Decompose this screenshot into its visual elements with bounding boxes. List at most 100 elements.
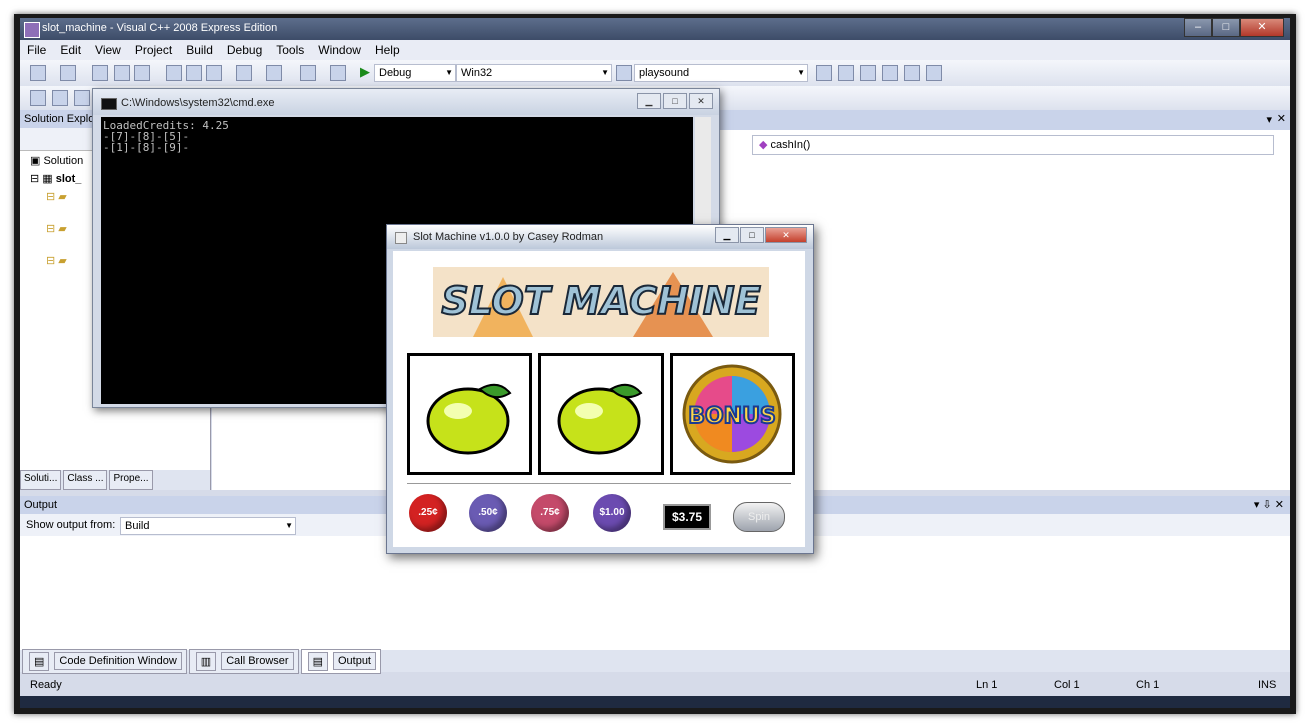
menu-view[interactable]: View [88, 43, 128, 57]
tab-properties[interactable]: Prope... [109, 470, 153, 490]
add-item-icon[interactable] [60, 65, 76, 81]
open-file-icon[interactable] [92, 65, 108, 81]
console-line: LoadedCredits: 4.25 [103, 119, 229, 132]
menu-tools[interactable]: Tools [269, 43, 311, 57]
menu-debug[interactable]: Debug [220, 43, 269, 57]
folder-resources[interactable]: ⊟ ▰ [46, 222, 67, 235]
show-output-label: Show output from: [26, 519, 116, 531]
navigate-forward-icon[interactable] [330, 65, 346, 81]
platform-combo[interactable]: Win32 ▼ [456, 64, 612, 82]
properties-icon[interactable] [838, 65, 854, 81]
maximize-button[interactable]: □ [1212, 18, 1240, 37]
menu-project[interactable]: Project [128, 43, 179, 57]
reels: BONUS [407, 353, 795, 475]
tab-solution[interactable]: Soluti... [20, 470, 62, 490]
lemon-icon [557, 383, 643, 455]
chevron-down-icon: ▼ [601, 68, 609, 77]
menu-help[interactable]: Help [368, 43, 407, 57]
close-button[interactable]: ✕ [765, 227, 807, 243]
new-project-icon[interactable] [30, 65, 46, 81]
folder-headers[interactable]: ⊟ ▰ [46, 190, 67, 203]
uncomment-icon[interactable] [52, 90, 68, 106]
member-combo[interactable]: ◆ cashIn() [752, 135, 1274, 155]
slot-machine-body: SLOT MACHINE BONUS .25¢ .50¢ .75¢ $1.00 … [393, 251, 805, 547]
redo-icon[interactable] [266, 65, 282, 81]
status-line: Ln 1 [976, 679, 998, 691]
maximize-button[interactable]: □ [663, 93, 687, 109]
logo-text: SLOT MACHINE [441, 279, 760, 323]
status-text: Ready [30, 679, 62, 691]
save-all-icon[interactable] [134, 65, 150, 81]
menu-build[interactable]: Build [179, 43, 220, 57]
comment-icon[interactable] [30, 90, 46, 106]
tab-output[interactable]: ▤ Output [300, 648, 381, 674]
tree-item-project[interactable]: ⊟ ▦ slot_ [30, 172, 81, 185]
credit-display: $3.75 [663, 504, 711, 530]
spin-button[interactable]: Spin [733, 502, 785, 532]
undo-icon[interactable] [236, 65, 252, 81]
find-combo[interactable]: playsound ▼ [634, 64, 808, 82]
tree-item-solution[interactable]: ▣ Solution [30, 154, 83, 167]
menu-window[interactable]: Window [311, 43, 368, 57]
copy-icon[interactable] [186, 65, 202, 81]
tab-call-browser[interactable]: ▥ Call Browser [188, 648, 299, 674]
chevron-down-icon: ▼ [797, 68, 805, 77]
solution-explorer-icon[interactable] [816, 65, 832, 81]
configuration-combo[interactable]: Debug ▼ [374, 64, 456, 82]
output-source-combo[interactable]: Build ▼ [120, 517, 296, 535]
close-icon[interactable]: ▾ ⇩ ✕ [1254, 496, 1284, 514]
close-button[interactable]: ✕ [1240, 18, 1284, 37]
slot-titlebar: Slot Machine v1.0.0 by Casey Rodman ▁ □ … [387, 225, 813, 249]
reel-2 [538, 353, 664, 475]
menu-edit[interactable]: Edit [53, 43, 88, 57]
object-browser-icon[interactable] [860, 65, 876, 81]
slot-machine-logo: SLOT MACHINE [433, 267, 769, 337]
close-icon[interactable]: ✕ [1277, 112, 1286, 125]
bookmark-icon[interactable] [74, 90, 90, 106]
folder-icon: ⊟ ▰ [46, 223, 67, 235]
console-icon [101, 98, 117, 110]
reel-3: BONUS [669, 353, 795, 475]
tab-class-view[interactable]: Class ... [63, 470, 108, 490]
coin-75-button[interactable]: .75¢ [531, 494, 569, 532]
cmd-title: C:\Windows\system32\cmd.exe [121, 97, 275, 109]
start-page-icon[interactable] [904, 65, 920, 81]
slot-machine-window: Slot Machine v1.0.0 by Casey Rodman ▁ □ … [386, 224, 814, 554]
maximize-button[interactable]: □ [740, 227, 764, 243]
navigate-icon[interactable] [300, 65, 316, 81]
app-icon [395, 232, 407, 244]
toolbox-icon[interactable] [882, 65, 898, 81]
lemon-icon [426, 383, 512, 455]
chevron-down-icon: ▼ [445, 68, 453, 77]
cut-icon[interactable] [166, 65, 182, 81]
other-windows-icon[interactable] [926, 65, 942, 81]
tab-code-definition[interactable]: ▤ Code Definition Window [22, 648, 187, 674]
status-column: Col 1 [1054, 679, 1080, 691]
minimize-button[interactable]: ▁ [715, 227, 739, 243]
coin-100-button[interactable]: $1.00 [593, 494, 631, 532]
find-in-files-icon[interactable] [616, 65, 632, 81]
coin-50-button[interactable]: .50¢ [469, 494, 507, 532]
visual-studio-icon [24, 22, 40, 38]
coin-bar: .25¢ .50¢ .75¢ $1.00 $3.75 Spin [407, 483, 791, 534]
call-browser-icon: ▥ [195, 651, 217, 671]
start-debugging-icon[interactable]: ▶ [360, 64, 370, 80]
solution-icon: ▣ [30, 155, 44, 167]
chevron-down-icon[interactable]: ▾ [1266, 113, 1272, 126]
close-button[interactable]: ✕ [689, 93, 713, 109]
platform-value: Win32 [461, 67, 493, 79]
console-line: -[1]-[8]-[9]- [103, 141, 190, 154]
coin-25-button[interactable]: .25¢ [409, 494, 447, 532]
paste-icon[interactable] [206, 65, 222, 81]
folder-sources[interactable]: ⊟ ▰ [46, 254, 67, 267]
minimize-button[interactable]: ▁ [637, 93, 661, 109]
save-icon[interactable] [114, 65, 130, 81]
slot-title: Slot Machine v1.0.0 by Casey Rodman [413, 231, 604, 243]
chevron-down-icon: ▼ [285, 521, 293, 530]
bonus-wheel-icon: BONUS [682, 364, 782, 464]
folder-icon: ⊟ ▰ [46, 255, 67, 267]
menu-file[interactable]: File [20, 43, 53, 57]
minimize-button[interactable]: – [1184, 18, 1212, 37]
code-definition-icon: ▤ [29, 651, 50, 671]
window-title: slot_machine - Visual C++ 2008 Express E… [42, 22, 278, 34]
